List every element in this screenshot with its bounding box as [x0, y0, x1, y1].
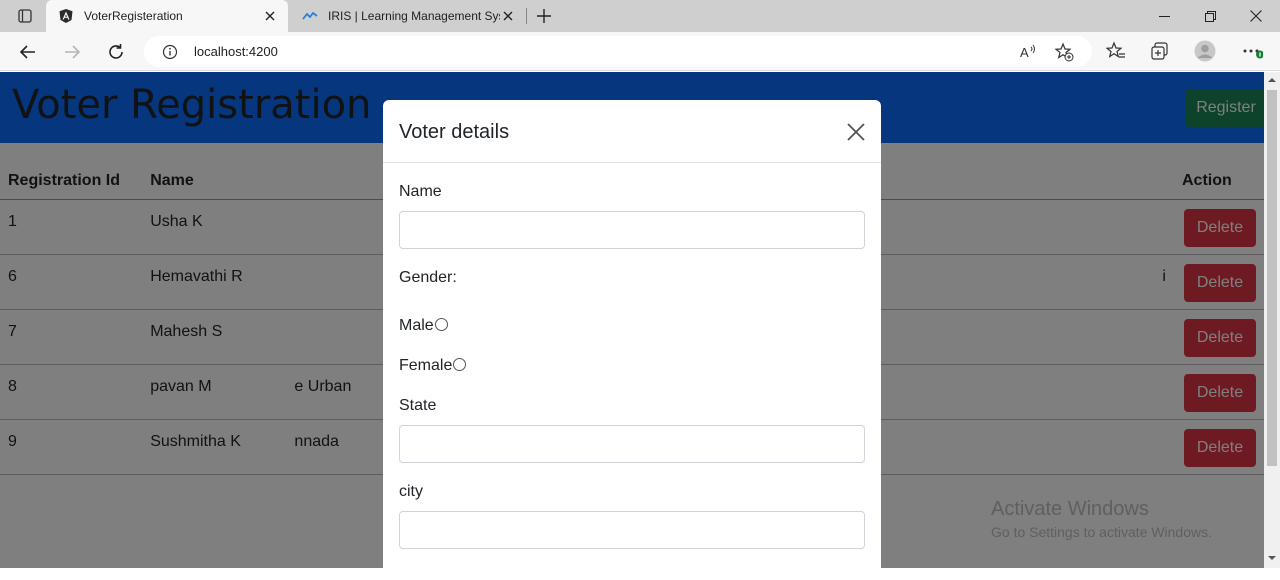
state-input[interactable]: [399, 425, 865, 463]
angular-icon: [58, 8, 74, 24]
minimize-icon[interactable]: [1141, 0, 1187, 32]
name-label: Name: [399, 183, 442, 200]
tab-voter-registration[interactable]: VoterRegisteration: [46, 0, 288, 32]
restore-icon[interactable]: [1187, 0, 1233, 32]
gender-option-male[interactable]: Male: [399, 317, 448, 335]
gender-label: Gender:: [399, 269, 457, 286]
scroll-up-icon[interactable]: [1268, 76, 1276, 84]
close-icon[interactable]: [845, 121, 867, 143]
browser-toolbar: localhost:4200 A: [0, 32, 1280, 71]
url-text: localhost:4200: [194, 44, 278, 59]
refresh-icon[interactable]: [103, 39, 129, 65]
scrollbar[interactable]: [1264, 72, 1280, 568]
city-label: city: [399, 483, 423, 500]
back-icon[interactable]: [15, 39, 41, 65]
scrollbar-thumb[interactable]: [1267, 90, 1277, 466]
close-tab-icon[interactable]: [500, 8, 516, 24]
modal-header: Voter details: [383, 100, 881, 163]
radio-label: Male: [399, 317, 434, 334]
close-window-icon[interactable]: [1233, 0, 1279, 32]
svg-text:A: A: [1020, 45, 1029, 60]
female-radio[interactable]: [453, 357, 467, 371]
tab-label: IRIS | Learning Management Syst: [328, 9, 500, 23]
name-input[interactable]: [399, 211, 865, 249]
scroll-down-icon[interactable]: [1268, 554, 1276, 562]
browser-tab-bar: VoterRegisteration IRIS | Learning Manag…: [0, 0, 1280, 32]
forward-icon[interactable]: [59, 39, 85, 65]
radio-label: Female: [399, 357, 453, 374]
more-menu-icon[interactable]: [1241, 40, 1263, 62]
state-label: State: [399, 397, 437, 414]
add-favorite-icon[interactable]: [1054, 42, 1074, 62]
close-tab-icon[interactable]: [262, 8, 278, 24]
iris-icon: [302, 8, 318, 24]
new-tab-icon[interactable]: [534, 6, 554, 26]
tab-label: VoterRegisteration: [84, 9, 183, 23]
tab-iris[interactable]: IRIS | Learning Management Syst: [290, 0, 526, 32]
modal-title: Voter details: [399, 121, 510, 143]
city-input[interactable]: [399, 511, 865, 549]
info-icon[interactable]: [162, 44, 178, 60]
tab-actions-icon[interactable]: [8, 4, 42, 28]
male-radio[interactable]: [434, 317, 448, 331]
collections-icon[interactable]: [1149, 40, 1171, 62]
gender-option-female[interactable]: Female: [399, 357, 467, 375]
avatar[interactable]: [1194, 40, 1216, 62]
favorites-icon[interactable]: [1105, 40, 1127, 62]
read-aloud-icon[interactable]: A: [1018, 42, 1038, 62]
voter-details-modal: Voter details Name Gender: Male Female S…: [383, 100, 881, 580]
tab-separator: [526, 8, 527, 24]
address-bar[interactable]: localhost:4200 A: [144, 36, 1092, 67]
